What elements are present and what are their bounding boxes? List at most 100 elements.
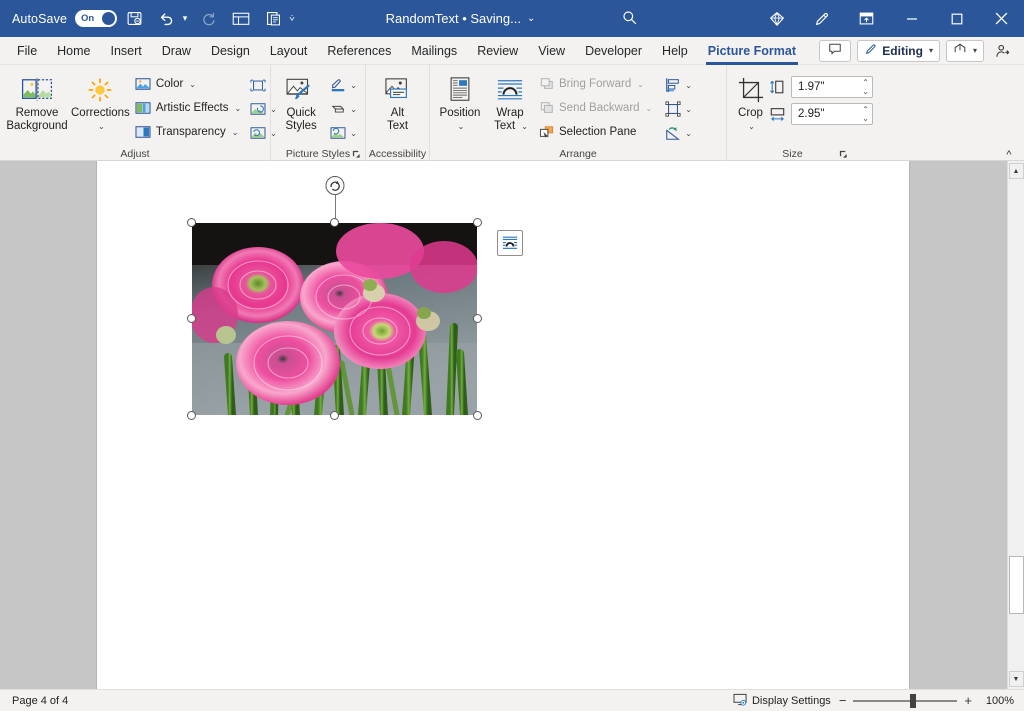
tab-draw[interactable]: Draw: [153, 38, 200, 64]
microsoft365-diamond-icon[interactable]: [754, 0, 799, 37]
group-objects-chevron-down-icon[interactable]: ⌄: [685, 105, 692, 114]
alt-text-button[interactable]: Alt Text: [371, 69, 424, 133]
zoom-level[interactable]: 100%: [980, 695, 1014, 707]
resize-handle-bottom-left[interactable]: [187, 411, 196, 420]
editor-pen-icon[interactable]: [799, 0, 844, 37]
resize-handle-top-center[interactable]: [330, 218, 339, 227]
align-objects-chevron-down-icon[interactable]: ⌄: [685, 81, 692, 90]
tab-home[interactable]: Home: [48, 38, 99, 64]
ribbon-display-options-icon[interactable]: [844, 0, 889, 37]
shape-width-spinner[interactable]: ⌃⌄: [862, 105, 869, 123]
maximize-icon[interactable]: [934, 0, 979, 37]
align-objects-button[interactable]: ⌄: [661, 73, 695, 97]
minimize-icon[interactable]: [889, 0, 934, 37]
vertical-scrollbar[interactable]: ▲ ▼: [1007, 161, 1024, 689]
document-canvas[interactable]: [0, 161, 1007, 689]
collapse-ribbon-icon[interactable]: ^: [1000, 149, 1018, 161]
resize-handle-bottom-center[interactable]: [330, 411, 339, 420]
color-chevron-down-icon[interactable]: ⌄: [189, 80, 196, 89]
tab-layout[interactable]: Layout: [261, 38, 317, 64]
artistic-effects-button[interactable]: Artistic Effects ⌄: [132, 96, 246, 120]
picture-effects-icon: [329, 101, 346, 118]
tab-review[interactable]: Review: [468, 38, 527, 64]
tab-file[interactable]: File: [8, 38, 46, 64]
resize-handle-bottom-right[interactable]: [473, 411, 482, 420]
close-icon[interactable]: [979, 0, 1024, 37]
resize-handle-middle-right[interactable]: [473, 314, 482, 323]
undo-icon[interactable]: [151, 4, 181, 34]
wrap-text-button[interactable]: Wrap Text ⌄: [485, 69, 535, 133]
tab-picture-format[interactable]: Picture Format: [699, 38, 805, 64]
search-icon[interactable]: [621, 9, 638, 29]
layout-options-button[interactable]: [497, 230, 523, 256]
position-button[interactable]: Position ⌄: [435, 69, 485, 133]
color-button[interactable]: Color ⌄: [132, 72, 246, 96]
tab-help[interactable]: Help: [653, 38, 697, 64]
rotate-objects-chevron-down-icon[interactable]: ⌄: [685, 129, 692, 138]
zoom-in-button[interactable]: +: [964, 696, 972, 706]
shape-height-input[interactable]: 1.97" ⌃⌄: [791, 76, 873, 98]
wrap-text-chevron-down-icon[interactable]: ⌄: [521, 120, 528, 133]
rotate-objects-button[interactable]: ⌄: [661, 121, 695, 145]
scroll-up-arrow-icon[interactable]: ▲: [1009, 163, 1024, 179]
quick-access-more-chevron-down-icon[interactable]: ⩒: [285, 4, 299, 34]
transparency-chevron-down-icon[interactable]: ⌄: [232, 128, 239, 137]
save-icon[interactable]: [119, 4, 149, 34]
paste-icon[interactable]: [258, 4, 288, 34]
share-with-people-icon[interactable]: [990, 39, 1016, 63]
picture-layout-chevron-down-icon[interactable]: ⌄: [350, 129, 357, 138]
share-chevron-down-icon[interactable]: ▾: [973, 46, 977, 55]
tab-developer[interactable]: Developer: [576, 38, 651, 64]
editing-chevron-down-icon[interactable]: ▾: [929, 46, 933, 55]
page-indicator[interactable]: Page 4 of 4: [0, 695, 68, 707]
selection-pane-button[interactable]: Selection Pane: [535, 120, 657, 144]
group-objects-button[interactable]: ⌄: [661, 97, 695, 121]
remove-background-button[interactable]: Remove Background: [5, 69, 69, 133]
picture-border-chevron-down-icon[interactable]: ⌄: [350, 81, 357, 90]
picture-effects-button[interactable]: ⌄: [326, 97, 360, 121]
corrections-button[interactable]: Corrections ⌄: [69, 69, 132, 133]
document-page[interactable]: [97, 161, 909, 689]
artistic-effects-chevron-down-icon[interactable]: ⌄: [234, 104, 241, 113]
picture-styles-dialog-launcher-icon[interactable]: [350, 147, 363, 161]
crop-chevron-down-icon[interactable]: ⌄: [748, 120, 755, 133]
shape-width-input[interactable]: 2.95" ⌃⌄: [791, 103, 873, 125]
scrollbar-thumb[interactable]: [1009, 556, 1024, 614]
resize-handle-top-left[interactable]: [187, 218, 196, 227]
document-title[interactable]: RandomText • Saving...: [386, 11, 521, 26]
crop-button[interactable]: Crop ⌄: [732, 69, 769, 133]
resize-handle-top-right[interactable]: [473, 218, 482, 227]
transparency-button[interactable]: Transparency ⌄: [132, 120, 246, 144]
picture-border-button[interactable]: ⌄: [326, 73, 360, 97]
corrections-chevron-down-icon[interactable]: ⌄: [98, 120, 105, 133]
picture-layout-button[interactable]: ⌄: [326, 121, 360, 145]
picture-flowers[interactable]: [192, 223, 477, 415]
editing-mode-button[interactable]: Editing ▾: [857, 40, 940, 62]
tab-design[interactable]: Design: [202, 38, 259, 64]
document-workspace: ▲ ▼: [0, 161, 1024, 689]
autosave-toggle[interactable]: On: [75, 10, 117, 27]
title-chevron-down-icon[interactable]: ⌄: [527, 13, 535, 24]
share-button[interactable]: ▾: [946, 40, 984, 62]
zoom-out-button[interactable]: −: [839, 696, 847, 706]
tab-mailings[interactable]: Mailings: [402, 38, 466, 64]
quick-styles-button[interactable]: Quick Styles: [276, 69, 326, 133]
zoom-slider[interactable]: − +: [839, 696, 972, 706]
size-dialog-launcher-icon[interactable]: [837, 147, 850, 161]
resize-handle-middle-left[interactable]: [187, 314, 196, 323]
position-chevron-down-icon[interactable]: ⌄: [458, 120, 465, 133]
tab-insert[interactable]: Insert: [102, 38, 151, 64]
shape-height-spinner[interactable]: ⌃⌄: [862, 78, 869, 96]
zoom-track[interactable]: [853, 700, 957, 702]
zoom-thumb[interactable]: [910, 694, 916, 708]
comments-button[interactable]: [819, 40, 851, 62]
tab-references[interactable]: References: [318, 38, 400, 64]
table-icon[interactable]: [226, 4, 256, 34]
picture-effects-chevron-down-icon[interactable]: ⌄: [350, 105, 357, 114]
scroll-down-arrow-icon[interactable]: ▼: [1009, 671, 1024, 687]
undo-dropdown-chevron-down-icon[interactable]: ▾: [178, 4, 192, 34]
selected-picture-container[interactable]: [192, 223, 477, 415]
tab-view[interactable]: View: [529, 38, 574, 64]
display-settings-button[interactable]: Display Settings: [733, 693, 831, 709]
rotate-handle-icon[interactable]: [325, 176, 344, 195]
